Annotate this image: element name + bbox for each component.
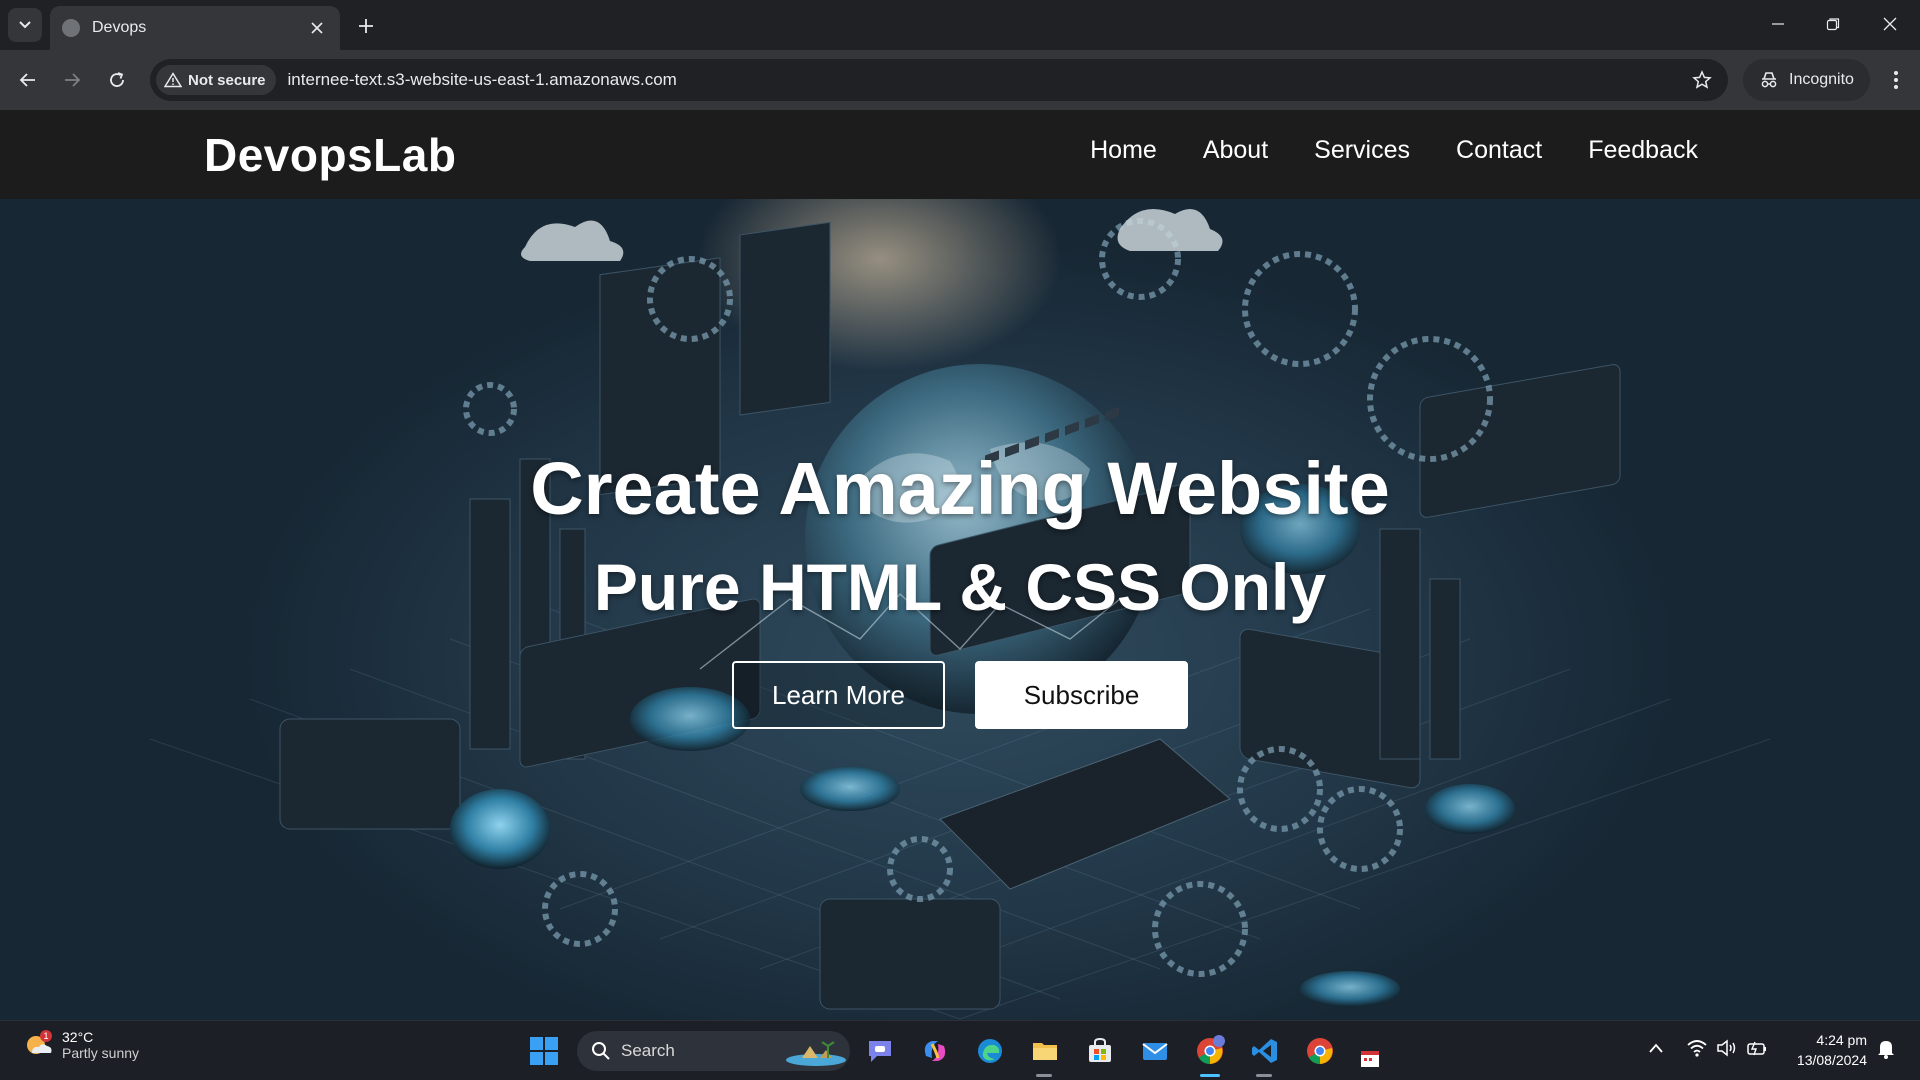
minimize-icon <box>1772 23 1784 25</box>
close-icon <box>1883 17 1897 31</box>
chevron-up-icon <box>1649 1043 1663 1053</box>
weather-widget[interactable]: 1 32°C Partly sunny <box>22 1029 139 1061</box>
browser-menu-button[interactable] <box>1880 64 1912 96</box>
arrow-left-icon <box>19 73 35 87</box>
taskbar-search[interactable]: Search <box>577 1031 850 1071</box>
edge-icon <box>978 1039 1002 1063</box>
reload-button[interactable] <box>101 64 133 96</box>
tray-overflow-button[interactable] <box>1648 1041 1664 1059</box>
restore-button[interactable] <box>1805 6 1861 42</box>
arrow-right-icon <box>65 73 81 87</box>
system-clock[interactable]: 4:24 pm 13/08/2024 <box>1782 1030 1867 1070</box>
volume-button[interactable] <box>1716 1039 1738 1062</box>
windows-icon <box>530 1037 558 1065</box>
search-highlight-icon <box>786 1041 846 1066</box>
incognito-label: Incognito <box>1789 71 1854 88</box>
tab-close-button[interactable] <box>306 17 328 39</box>
nav-home[interactable]: Home <box>1090 136 1157 165</box>
vscode-button[interactable] <box>1245 1031 1285 1071</box>
wifi-icon <box>1687 1040 1707 1057</box>
browser-toolbar: Not secure internee-text.s3-website-us-e… <box>0 50 1920 110</box>
search-icon <box>592 1042 610 1060</box>
bell-icon <box>1878 1041 1894 1059</box>
address-bar[interactable]: Not secure internee-text.s3-website-us-e… <box>150 59 1728 101</box>
clock-date: 13/08/2024 <box>1796 1052 1867 1068</box>
nav-about[interactable]: About <box>1203 136 1268 165</box>
bookmark-button[interactable] <box>1682 60 1722 100</box>
security-chip[interactable]: Not secure <box>156 65 276 95</box>
nav-services[interactable]: Services <box>1314 136 1410 165</box>
browser-tab[interactable]: Devops <box>50 6 340 50</box>
site-header: DevopsLab Home About Services Contact Fe… <box>0 110 1920 199</box>
web-page: DevopsLab Home About Services Contact Fe… <box>0 110 1920 1020</box>
incognito-chip[interactable]: Incognito <box>1743 59 1870 101</box>
chrome-button[interactable] <box>1300 1031 1340 1071</box>
chevron-down-icon <box>19 21 31 29</box>
star-icon <box>1692 70 1712 89</box>
weather-sun-icon: 1 <box>22 1029 54 1061</box>
notifications-button[interactable] <box>1877 1039 1895 1064</box>
edge-button[interactable] <box>970 1031 1010 1071</box>
wifi-button[interactable] <box>1686 1039 1708 1062</box>
incognito-icon <box>1761 72 1777 88</box>
mail-icon <box>1142 1043 1168 1060</box>
store-icon <box>1089 1037 1111 1062</box>
chat-icon <box>869 1041 891 1062</box>
chrome-icon <box>1307 1038 1333 1065</box>
globe-icon <box>62 19 80 37</box>
forward-button[interactable] <box>56 64 88 96</box>
new-tab-button[interactable] <box>352 12 380 40</box>
mail-button[interactable] <box>1135 1031 1175 1071</box>
folder-icon <box>1033 1043 1057 1060</box>
taskbar-search-placeholder: Search <box>621 1041 675 1060</box>
hero-subtitle: Pure HTML & CSS Only <box>593 550 1327 624</box>
nav-feedback[interactable]: Feedback <box>1588 136 1698 165</box>
clock-time: 4:24 pm <box>1816 1032 1867 1048</box>
hero-section: Create Amazing Website Pure HTML & CSS O… <box>0 199 1920 1020</box>
active-indicator <box>1200 1074 1220 1077</box>
close-window-button[interactable] <box>1862 6 1918 42</box>
learn-more-button[interactable]: Learn More <box>732 661 945 729</box>
hero-title: Create Amazing Website <box>530 447 1390 530</box>
teams-chat-button[interactable] <box>860 1031 900 1071</box>
taskbar: 1 32°C Partly sunny Search 4:24 pm 13/08… <box>0 1020 1920 1080</box>
weather-temp: 32°C <box>62 1029 94 1045</box>
security-label: Not secure <box>188 71 266 89</box>
copilot-icon <box>924 1041 946 1061</box>
start-button[interactable] <box>524 1031 564 1071</box>
site-logo[interactable]: DevopsLab <box>204 128 456 182</box>
nav-contact[interactable]: Contact <box>1456 136 1542 165</box>
vscode-icon <box>1252 1039 1277 1063</box>
more-vert-icon <box>1894 71 1898 89</box>
warning-icon <box>164 72 182 88</box>
restore-icon <box>1826 18 1840 31</box>
tab-title: Devops <box>92 19 147 36</box>
store-button[interactable] <box>1080 1031 1120 1071</box>
url-text[interactable]: internee-text.s3-website-us-east-1.amazo… <box>288 70 1682 90</box>
speaker-icon <box>1717 1039 1736 1057</box>
tab-search-button[interactable] <box>8 8 42 42</box>
subscribe-button[interactable]: Subscribe <box>975 661 1188 729</box>
weather-desc: Partly sunny <box>62 1045 140 1061</box>
chrome-incognito-button[interactable] <box>1190 1031 1230 1071</box>
file-explorer-button[interactable] <box>1025 1031 1065 1071</box>
clouds <box>521 209 1223 261</box>
copilot-button[interactable] <box>915 1031 955 1071</box>
calendar-icon <box>1361 1051 1379 1067</box>
calendar-app-button[interactable] <box>1355 1043 1385 1073</box>
battery-button[interactable] <box>1746 1039 1768 1062</box>
close-icon <box>311 22 323 34</box>
reload-icon <box>110 72 124 87</box>
chrome-icon <box>1197 1035 1225 1065</box>
plus-icon <box>359 19 373 33</box>
minimize-button[interactable] <box>1750 6 1806 42</box>
browser-tab-strip: Devops <box>0 0 1920 50</box>
back-button[interactable] <box>12 64 44 96</box>
weather-badge: 1 <box>43 1031 48 1041</box>
active-indicator <box>1256 1074 1272 1077</box>
site-nav: Home About Services Contact Feedback <box>1090 136 1698 165</box>
active-indicator <box>1036 1074 1052 1077</box>
battery-icon <box>1747 1041 1766 1056</box>
